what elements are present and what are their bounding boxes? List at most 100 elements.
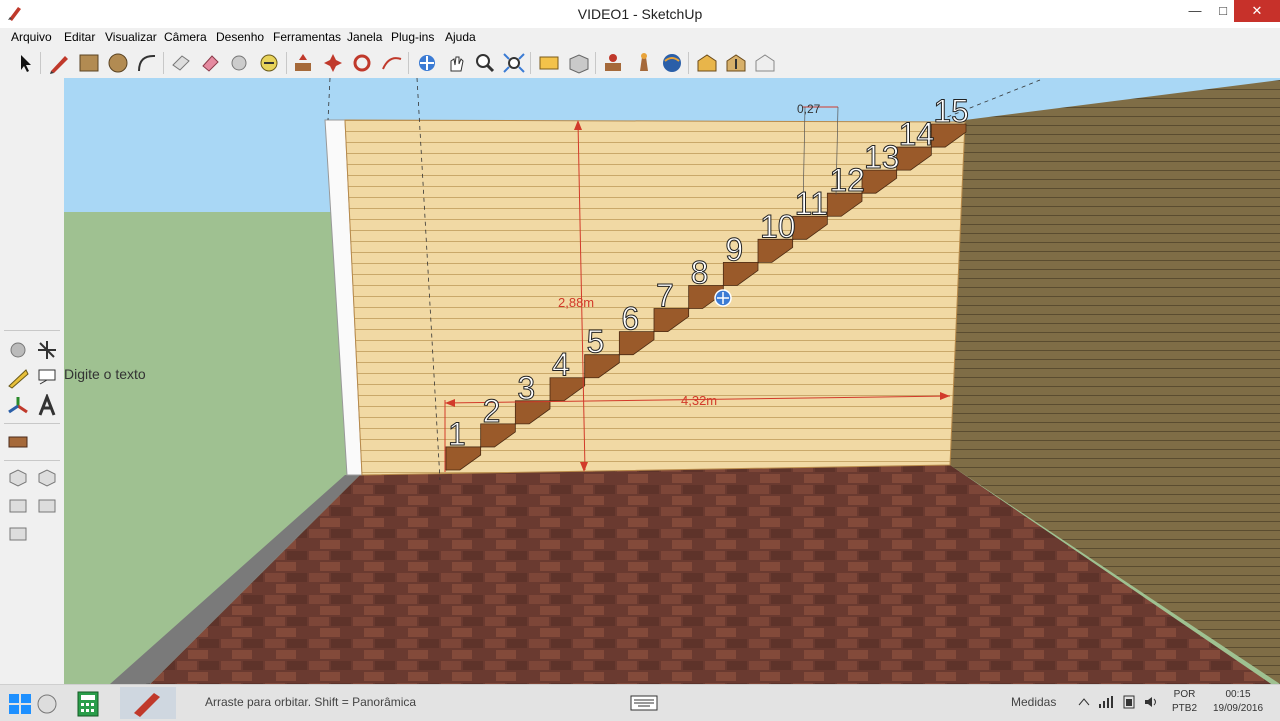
3d-axes-icon[interactable] xyxy=(6,394,30,418)
menu-plugins[interactable]: Plug-ins xyxy=(389,30,436,44)
step-label: 8 xyxy=(691,254,709,290)
menu-arquivo[interactable]: Arquivo xyxy=(9,30,54,44)
step-label: 1 xyxy=(448,416,466,452)
axes-icon[interactable] xyxy=(35,338,59,362)
move-icon[interactable] xyxy=(290,51,316,75)
step-label: 14 xyxy=(899,116,935,152)
tape-icon[interactable] xyxy=(226,51,252,75)
width-dimension-text: 4,32m xyxy=(681,393,717,408)
menu-ajuda[interactable]: Ajuda xyxy=(443,30,478,44)
3d-text-icon[interactable] xyxy=(35,394,59,418)
orbit-cursor-icon xyxy=(714,289,732,307)
step-label: 3 xyxy=(517,370,535,406)
text-icon[interactable] xyxy=(35,366,59,390)
view-top-icon[interactable] xyxy=(35,466,59,490)
step-label: 11 xyxy=(795,185,828,221)
rectangle-icon[interactable] xyxy=(76,51,102,75)
position-camera-icon[interactable] xyxy=(659,51,685,75)
palette-separator xyxy=(4,460,60,461)
zoom-extents-icon[interactable] xyxy=(501,51,527,75)
language-code: POR xyxy=(1173,689,1196,700)
window-title: VIDEO1 - SketchUp xyxy=(577,6,703,22)
push-pull-icon[interactable] xyxy=(256,51,282,75)
toolbar-separator xyxy=(408,52,409,74)
circle-icon[interactable] xyxy=(105,51,131,75)
step-label: 6 xyxy=(621,301,639,337)
clock-date: 19/09/2016 xyxy=(1212,703,1264,714)
close-button[interactable]: ✕ xyxy=(1234,0,1280,22)
input-language[interactable]: POR PTB2 xyxy=(1172,688,1197,716)
share-model-icon[interactable] xyxy=(723,51,749,75)
tape-measure-icon[interactable] xyxy=(6,338,30,362)
pencil-icon[interactable] xyxy=(46,51,72,75)
warehouse-icon[interactable] xyxy=(694,51,720,75)
toolbar-separator xyxy=(688,52,689,74)
keyboard-icon[interactable] xyxy=(630,695,658,711)
menu-ferramentas[interactable]: Ferramentas xyxy=(271,30,343,44)
select-icon[interactable] xyxy=(12,51,38,75)
3d-viewport[interactable]: 2,88m 4,32m 0,27 1 2 3 4 5 6 7 8 9 10 11 12 13 14 15 xyxy=(64,78,1280,684)
palette-separator xyxy=(4,423,60,424)
zoom-icon[interactable] xyxy=(472,51,498,75)
step-label: 5 xyxy=(587,324,605,360)
step-dimension-text: 0,27 xyxy=(797,102,821,116)
battery-icon[interactable] xyxy=(1121,695,1137,709)
left-tool-palette xyxy=(0,78,65,684)
step-label: 4 xyxy=(552,347,570,383)
rotate-icon[interactable] xyxy=(320,51,346,75)
offset-icon[interactable] xyxy=(379,51,405,75)
toolbar-separator xyxy=(40,52,41,74)
step-label: 12 xyxy=(829,162,865,198)
protractor-icon[interactable] xyxy=(6,366,30,390)
pan-icon[interactable] xyxy=(443,51,469,75)
view-right-icon[interactable] xyxy=(35,494,59,518)
extension-icon[interactable] xyxy=(752,51,778,75)
view-front-icon[interactable] xyxy=(6,494,30,518)
arc-icon[interactable] xyxy=(134,51,160,75)
step-label: 9 xyxy=(725,231,743,267)
title-bar: VIDEO1 - SketchUp — □ ✕ xyxy=(0,0,1280,28)
section-icon[interactable] xyxy=(536,51,562,75)
network-icon[interactable] xyxy=(1098,695,1114,709)
height-dimension-text: 2,88m xyxy=(558,295,594,310)
follow-me-icon[interactable] xyxy=(349,51,375,75)
menu-janela[interactable]: Janela xyxy=(345,30,384,44)
step-label: 10 xyxy=(760,208,796,244)
keyboard-layout: PTB2 xyxy=(1172,703,1198,714)
step-label: 2 xyxy=(483,393,501,429)
status-hint: Arraste para orbitar. Shift = Panorâmica xyxy=(205,695,417,709)
look-around-icon[interactable] xyxy=(630,51,656,75)
palette-separator xyxy=(4,330,60,331)
view-back-icon[interactable] xyxy=(6,522,30,546)
eraser-icon[interactable] xyxy=(168,51,194,75)
calculator-icon[interactable] xyxy=(76,690,100,718)
toolbar-separator xyxy=(530,52,531,74)
paint-bucket-icon[interactable] xyxy=(197,51,223,75)
walk-icon[interactable] xyxy=(600,51,626,75)
volume-icon[interactable] xyxy=(1143,695,1159,709)
step-label: 13 xyxy=(864,139,900,175)
view-iso-icon[interactable] xyxy=(6,466,30,490)
main-toolbar xyxy=(0,48,1280,79)
text-tool-hint: Digite o texto xyxy=(64,366,146,382)
menu-visualizar[interactable]: Visualizar xyxy=(103,30,159,44)
clock-time: 00:15 xyxy=(1225,689,1251,700)
step-label: 7 xyxy=(656,278,674,314)
scene-drawing: 2,88m 4,32m 0,27 123456789101112131415 xyxy=(64,78,1280,684)
menu-camera[interactable]: Câmera xyxy=(162,30,209,44)
orbit-icon[interactable] xyxy=(414,51,440,75)
tray-up-arrow-icon[interactable] xyxy=(1078,697,1090,707)
menu-editar[interactable]: Editar xyxy=(62,30,97,44)
minimize-button[interactable]: — xyxy=(1180,0,1210,22)
system-clock[interactable]: 00:15 19/09/2016 xyxy=(1208,688,1268,716)
toolbar-separator xyxy=(595,52,596,74)
status-bar: Arraste para orbitar. Shift = Panorâmica… xyxy=(0,684,1280,721)
geo-location-icon[interactable] xyxy=(36,693,58,715)
toolbar-separator xyxy=(286,52,287,74)
menu-desenho[interactable]: Desenho xyxy=(214,30,266,44)
measurements-label: Medidas xyxy=(1011,695,1057,709)
sketchup-taskbar-icon[interactable] xyxy=(120,687,176,719)
windows-start-icon[interactable] xyxy=(8,693,32,715)
sandbox-icon[interactable] xyxy=(6,430,30,454)
components-icon[interactable] xyxy=(566,51,592,75)
